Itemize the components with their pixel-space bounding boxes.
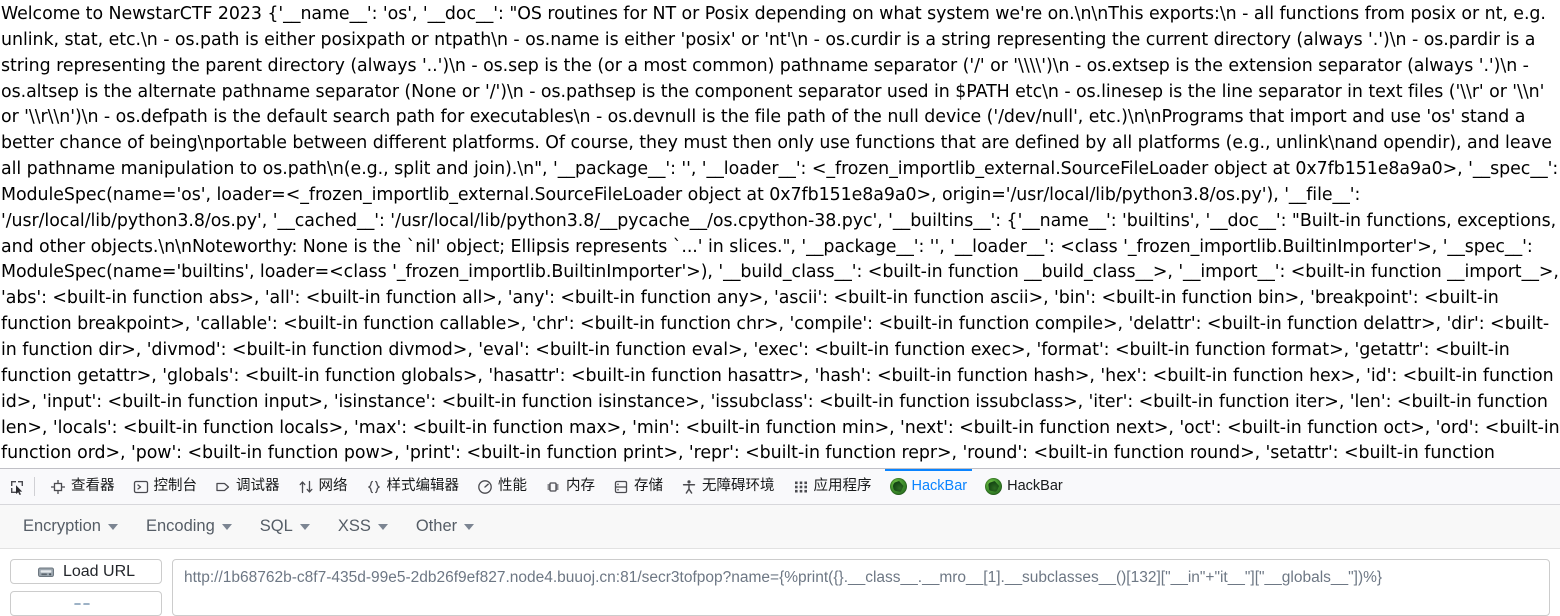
firefox-addon-icon bbox=[985, 478, 1003, 495]
load-url-button[interactable]: Load URL bbox=[10, 559, 162, 584]
inspector-icon bbox=[50, 479, 66, 495]
load-url-icon bbox=[37, 564, 55, 580]
menu-encryption[interactable]: Encryption bbox=[10, 510, 131, 543]
devtools-toolbox: 查看器 控制台 调试器 网络 样式编辑器 性能 内存 存储 无障碍环境 应用程序… bbox=[0, 468, 1560, 616]
tab-debugger[interactable]: 调试器 bbox=[206, 469, 289, 504]
menu-encoding[interactable]: Encoding bbox=[133, 510, 245, 543]
load-url-label: Load URL bbox=[62, 562, 136, 580]
tab-hackbar-secondary[interactable]: HackBar bbox=[976, 469, 1072, 504]
console-icon bbox=[133, 479, 149, 495]
chevron-down-icon bbox=[221, 523, 232, 530]
menu-other-label: Other bbox=[415, 517, 458, 535]
browser-window: Welcome to NewstarCTF 2023 {'__name__': … bbox=[0, 0, 1560, 616]
url-input[interactable] bbox=[182, 567, 1540, 589]
tab-hackbar-selected-label: HackBar bbox=[911, 478, 968, 495]
hackbar-body: Load URL bbox=[0, 549, 1560, 616]
menu-sql-label: SQL bbox=[259, 517, 293, 535]
memory-icon bbox=[545, 479, 561, 495]
menu-encryption-label: Encryption bbox=[23, 517, 101, 535]
element-picker-button[interactable] bbox=[2, 469, 32, 504]
menu-xss-label: XSS bbox=[337, 517, 371, 535]
toolbar-divider bbox=[34, 477, 35, 496]
hackbar-action-buttons: Load URL bbox=[10, 559, 162, 616]
hackbar-panel: Encryption Encoding SQL XSS Other Load U… bbox=[0, 505, 1560, 616]
python-globals-dump: Welcome to NewstarCTF 2023 {'__name__': … bbox=[1, 4, 1560, 464]
tab-performance-label: 性能 bbox=[498, 478, 527, 495]
application-icon bbox=[793, 479, 809, 495]
tab-application-label: 应用程序 bbox=[813, 478, 872, 495]
devtools-tabbar: 查看器 控制台 调试器 网络 样式编辑器 性能 内存 存储 无障碍环境 应用程序… bbox=[0, 469, 1560, 505]
menu-encoding-label: Encoding bbox=[145, 517, 215, 535]
tab-network[interactable]: 网络 bbox=[289, 469, 357, 504]
hackbar-menubar: Encryption Encoding SQL XSS Other bbox=[0, 505, 1560, 549]
split-url-button[interactable] bbox=[10, 591, 162, 616]
chevron-down-icon bbox=[377, 523, 388, 530]
tab-hackbar-secondary-label: HackBar bbox=[1007, 478, 1063, 495]
performance-icon bbox=[477, 479, 493, 495]
tab-memory[interactable]: 内存 bbox=[536, 469, 604, 504]
element-picker-icon bbox=[9, 479, 25, 495]
debugger-icon bbox=[215, 479, 231, 495]
storage-icon bbox=[613, 479, 629, 495]
tab-style-editor-label: 样式编辑器 bbox=[386, 478, 460, 495]
chevron-down-icon bbox=[107, 523, 118, 530]
tab-storage[interactable]: 存储 bbox=[604, 469, 672, 504]
accessibility-icon bbox=[681, 479, 697, 495]
tab-debugger-label: 调试器 bbox=[236, 478, 280, 495]
tab-application[interactable]: 应用程序 bbox=[784, 469, 881, 504]
tab-console[interactable]: 控制台 bbox=[124, 469, 207, 504]
split-url-icon bbox=[73, 596, 91, 612]
menu-other[interactable]: Other bbox=[403, 510, 487, 543]
chevron-down-icon bbox=[464, 523, 475, 530]
tab-network-label: 网络 bbox=[318, 478, 348, 495]
tab-accessibility-label: 无障碍环境 bbox=[702, 478, 775, 495]
tab-storage-label: 存储 bbox=[634, 478, 663, 495]
menu-sql[interactable]: SQL bbox=[247, 510, 323, 543]
tab-inspector[interactable]: 查看器 bbox=[41, 469, 124, 504]
url-input-wrapper[interactable] bbox=[172, 559, 1550, 616]
hackbar-url-area bbox=[172, 559, 1550, 616]
style-editor-icon bbox=[366, 479, 382, 495]
tab-hackbar-selected[interactable]: HackBar bbox=[881, 469, 977, 504]
firefox-addon-icon bbox=[889, 478, 907, 495]
tab-memory-label: 内存 bbox=[566, 478, 595, 495]
chevron-down-icon bbox=[299, 523, 310, 530]
tab-accessibility[interactable]: 无障碍环境 bbox=[672, 469, 784, 504]
page-viewport: Welcome to NewstarCTF 2023 {'__name__': … bbox=[0, 0, 1560, 468]
network-icon bbox=[298, 479, 314, 495]
tab-performance[interactable]: 性能 bbox=[468, 469, 536, 504]
tab-inspector-label: 查看器 bbox=[71, 478, 115, 495]
menu-xss[interactable]: XSS bbox=[325, 510, 401, 543]
tab-style-editor[interactable]: 样式编辑器 bbox=[357, 469, 469, 504]
tab-console-label: 控制台 bbox=[153, 478, 198, 495]
